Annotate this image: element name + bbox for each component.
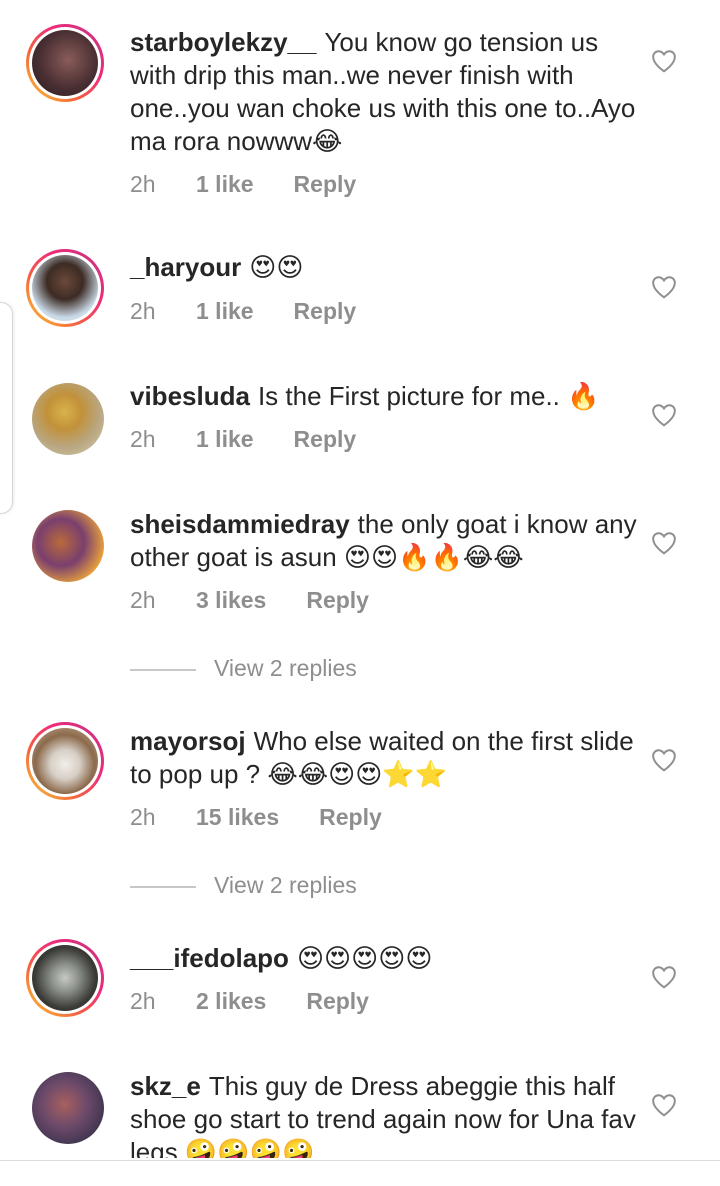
reply-button[interactable]: Reply — [294, 171, 357, 198]
view-replies-label: View 2 replies — [214, 872, 357, 898]
reply-button[interactable]: Reply — [306, 587, 369, 614]
avatar[interactable] — [26, 722, 104, 800]
comment-text-block: starboylekzy__ You know go tension us wit… — [130, 26, 640, 158]
comment-username[interactable]: mayorsoj — [130, 726, 246, 756]
heart-outline-icon[interactable] — [651, 275, 677, 299]
comment-username[interactable]: starboylekzy__ — [130, 27, 316, 57]
comment-body: 😍😍😍😍😍 — [296, 943, 433, 973]
comment-likes[interactable]: 15 likes — [196, 804, 279, 831]
comment-meta: 2h 15 likes Reply — [130, 804, 382, 831]
comment-time: 2h — [130, 298, 156, 324]
comment-likes[interactable]: 2 likes — [196, 988, 266, 1015]
comment-body: 😍😍 — [249, 252, 304, 282]
comment-text-block: _haryour 😍😍 — [130, 251, 640, 284]
heart-outline-icon[interactable] — [651, 965, 677, 989]
avatar[interactable] — [26, 939, 104, 1017]
comment-meta: 2h 2 likes Reply — [130, 988, 369, 1015]
comment-username[interactable]: ___ifedolapo — [130, 943, 289, 973]
avatar[interactable] — [32, 510, 104, 582]
reply-button[interactable]: Reply — [319, 804, 382, 831]
reply-button[interactable]: Reply — [294, 298, 357, 325]
comment-meta: 2h 3 likes Reply — [130, 587, 369, 614]
bottom-input-bar — [0, 1160, 720, 1186]
view-replies-button[interactable]: View 2 replies — [130, 872, 357, 902]
comment-likes[interactable]: 1 like — [196, 426, 254, 453]
comment-time: 2h — [130, 171, 156, 197]
comment-text-block: skz_e This guy de Dress abeggie this half… — [130, 1070, 640, 1158]
comment-username[interactable]: vibesluda — [130, 381, 250, 411]
view-replies-button[interactable]: View 2 replies — [130, 655, 357, 685]
comment-body: Is the First picture for me.. 🔥 — [257, 381, 600, 411]
comment-time: 2h — [130, 804, 156, 830]
avatar[interactable] — [32, 1072, 104, 1144]
comments-screen: starboylekzy__ You know go tension us wit… — [0, 0, 720, 1186]
comment-time: 2h — [130, 426, 156, 452]
comment-likes[interactable]: 1 like — [196, 298, 254, 325]
comment-time: 2h — [130, 587, 156, 613]
heart-outline-icon[interactable] — [651, 1093, 677, 1117]
divider-line — [130, 885, 196, 888]
comment-text-block: vibesluda Is the First picture for me.. 🔥 — [130, 380, 640, 413]
comment-likes[interactable]: 3 likes — [196, 587, 266, 614]
comment-text-block: mayorsoj Who else waited on the first sli… — [130, 725, 640, 791]
comment-text-block: sheisdammiedray the only goat i know any … — [130, 508, 640, 574]
comment-body: This guy de Dress abeggie this half shoe… — [130, 1071, 636, 1158]
reply-button[interactable]: Reply — [294, 426, 357, 453]
avatar[interactable] — [26, 249, 104, 327]
divider-line — [130, 668, 196, 671]
view-replies-label: View 2 replies — [214, 655, 357, 681]
heart-outline-icon[interactable] — [651, 531, 677, 555]
heart-outline-icon[interactable] — [651, 748, 677, 772]
comment-likes[interactable]: 1 like — [196, 171, 254, 198]
avatar[interactable] — [26, 24, 104, 102]
heart-outline-icon[interactable] — [651, 403, 677, 427]
comment-meta: 2h 1 like Reply — [130, 298, 356, 325]
edge-panel-handle[interactable] — [0, 302, 13, 514]
comment-meta: 2h 1 like Reply — [130, 171, 356, 198]
comment-meta: 2h 1 like Reply — [130, 426, 356, 453]
avatar[interactable] — [32, 383, 104, 455]
heart-outline-icon[interactable] — [651, 49, 677, 73]
comment-username[interactable]: sheisdammiedray — [130, 509, 350, 539]
comment-text-block: ___ifedolapo 😍😍😍😍😍 — [130, 942, 640, 975]
comment-username[interactable]: skz_e — [130, 1071, 201, 1101]
reply-button[interactable]: Reply — [306, 988, 369, 1015]
comment-username[interactable]: _haryour — [130, 252, 241, 282]
comment-time: 2h — [130, 988, 156, 1014]
